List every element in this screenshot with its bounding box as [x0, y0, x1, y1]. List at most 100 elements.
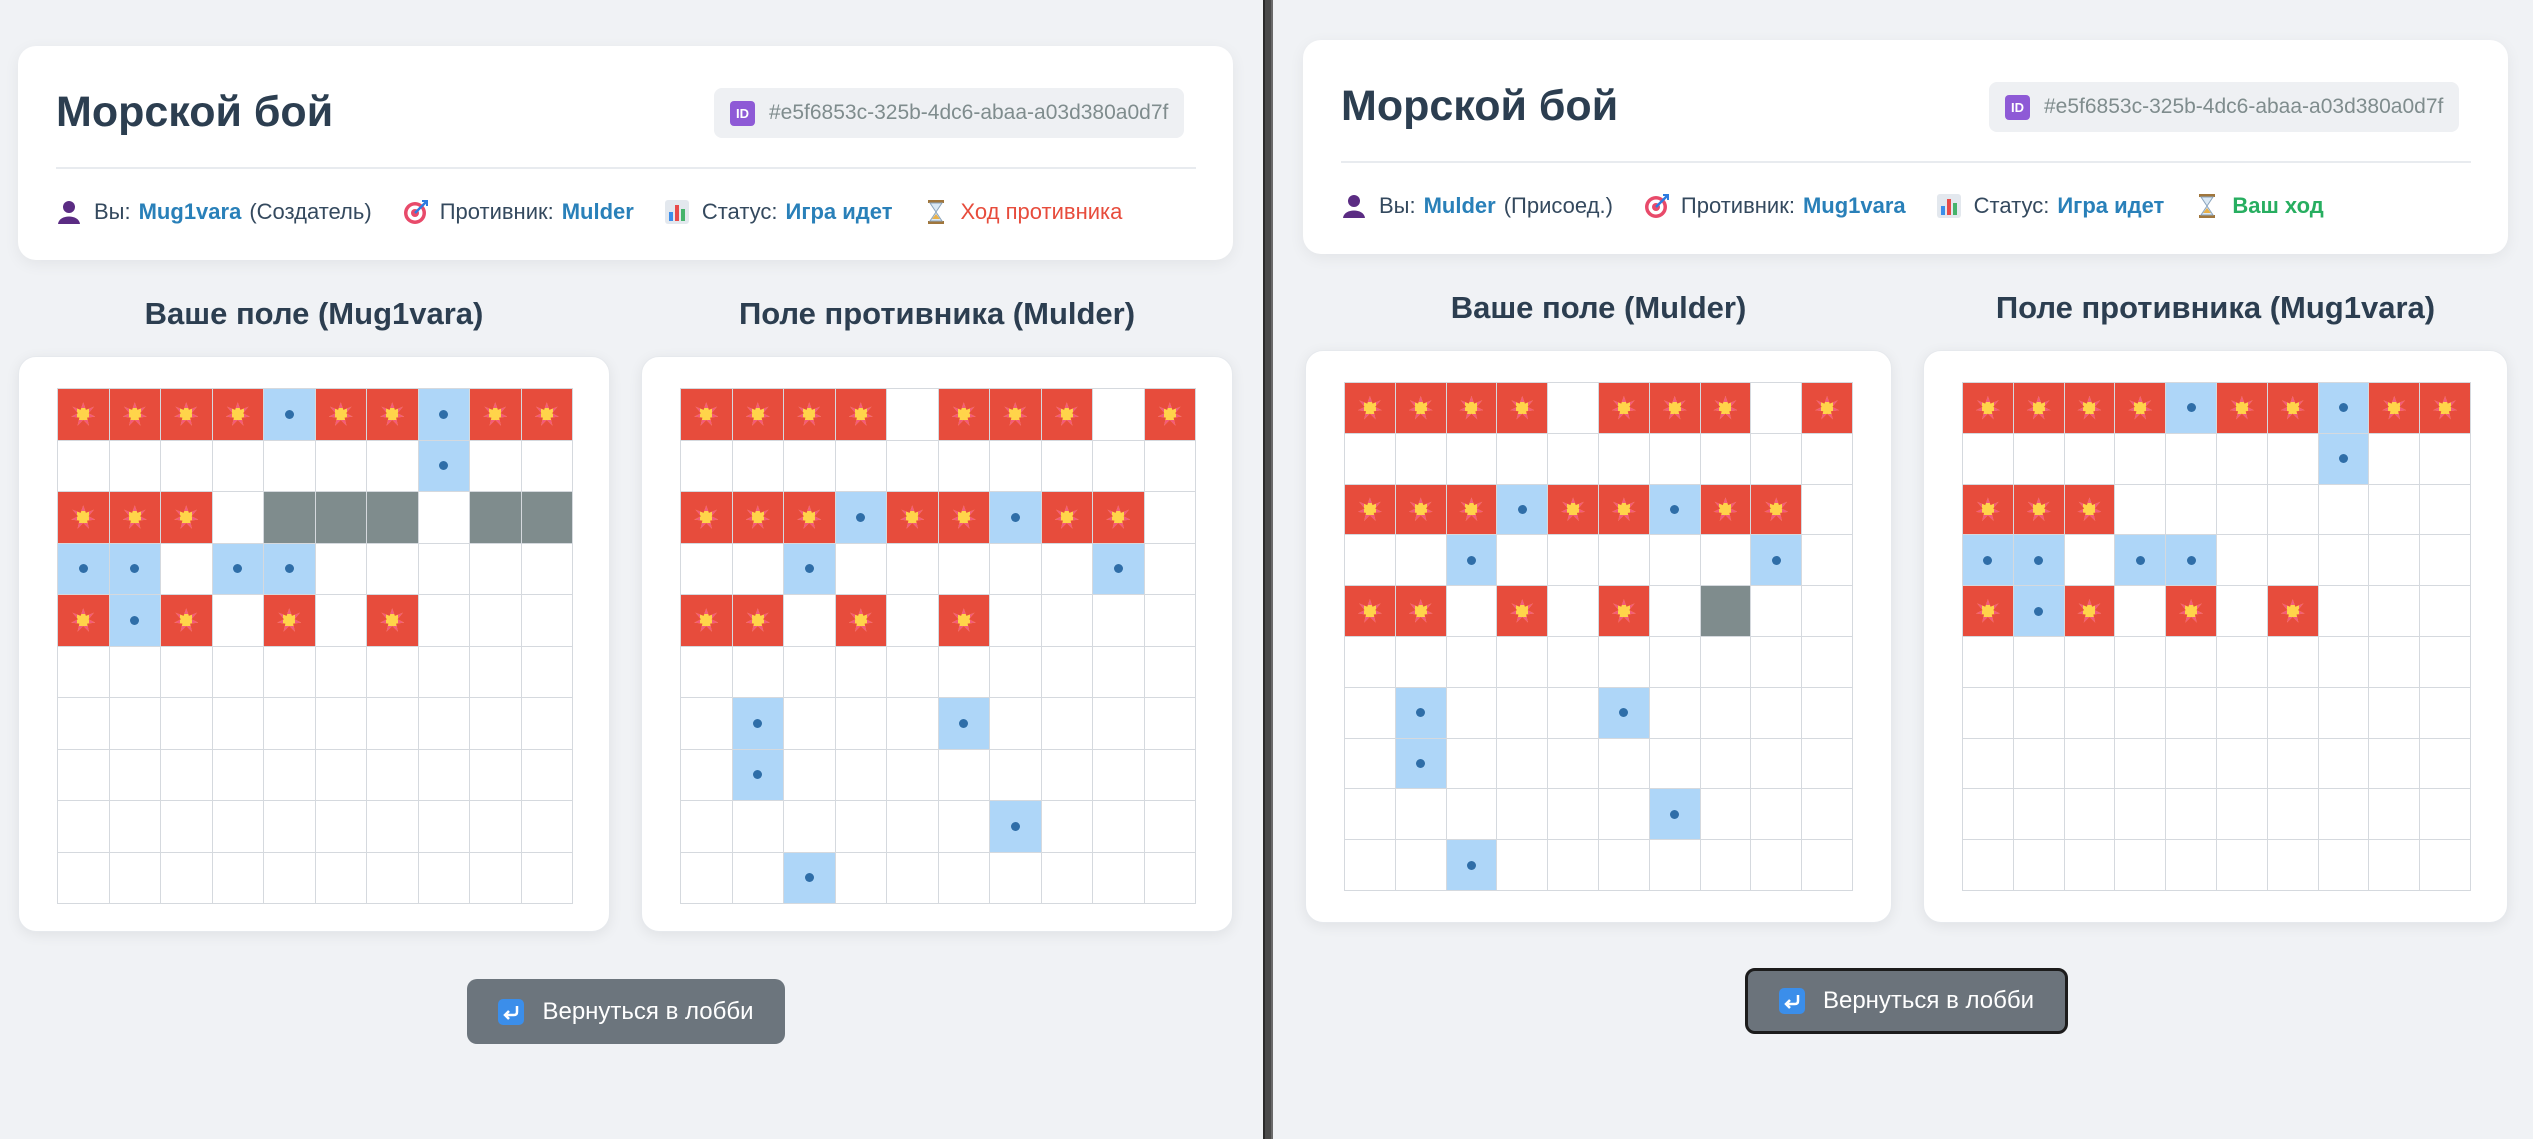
- empty-cell[interactable]: [2318, 484, 2370, 536]
- empty-cell[interactable]: [2064, 738, 2116, 790]
- empty-cell[interactable]: [2369, 586, 2421, 637]
- hit-cell[interactable]: [1093, 492, 1145, 544]
- empty-cell[interactable]: [990, 543, 1042, 595]
- empty-cell[interactable]: [2369, 535, 2421, 587]
- miss-cell[interactable]: [2318, 383, 2370, 434]
- miss-cell[interactable]: [835, 492, 887, 544]
- empty-cell[interactable]: [2420, 738, 2471, 790]
- empty-cell[interactable]: [2115, 840, 2167, 891]
- empty-cell[interactable]: [2420, 586, 2471, 637]
- empty-cell[interactable]: [2013, 738, 2065, 790]
- empty-cell[interactable]: [938, 852, 990, 904]
- empty-cell[interactable]: [2166, 840, 2217, 891]
- empty-cell[interactable]: [990, 852, 1042, 904]
- hit-cell[interactable]: [887, 492, 939, 544]
- empty-cell[interactable]: [732, 543, 784, 595]
- empty-cell[interactable]: [2318, 687, 2370, 739]
- empty-cell[interactable]: [887, 646, 939, 698]
- empty-cell[interactable]: [1093, 749, 1145, 801]
- hit-cell[interactable]: [2369, 383, 2421, 434]
- empty-cell[interactable]: [887, 698, 939, 750]
- empty-cell[interactable]: [2064, 535, 2116, 587]
- empty-cell[interactable]: [2318, 535, 2370, 587]
- hit-cell[interactable]: [784, 492, 836, 544]
- empty-cell[interactable]: [2115, 687, 2167, 739]
- empty-cell[interactable]: [1144, 749, 1196, 801]
- hit-cell[interactable]: [1963, 586, 2014, 637]
- empty-cell[interactable]: [2369, 840, 2421, 891]
- empty-cell[interactable]: [1093, 801, 1145, 853]
- empty-cell[interactable]: [2013, 433, 2065, 485]
- empty-cell[interactable]: [2369, 484, 2421, 536]
- empty-cell[interactable]: [1963, 433, 2014, 485]
- hit-cell[interactable]: [2166, 586, 2217, 637]
- empty-cell[interactable]: [2216, 433, 2268, 485]
- empty-cell[interactable]: [2267, 687, 2319, 739]
- back-to-lobby-button[interactable]: Вернуться в лобби: [467, 979, 785, 1044]
- empty-cell[interactable]: [2216, 586, 2268, 637]
- hit-cell[interactable]: [1041, 492, 1093, 544]
- empty-cell[interactable]: [2216, 738, 2268, 790]
- empty-cell[interactable]: [732, 646, 784, 698]
- miss-cell[interactable]: [990, 801, 1042, 853]
- hit-cell[interactable]: [2267, 586, 2319, 637]
- empty-cell[interactable]: [1093, 595, 1145, 647]
- empty-cell[interactable]: [1963, 738, 2014, 790]
- empty-cell[interactable]: [784, 646, 836, 698]
- hit-cell[interactable]: [938, 389, 990, 441]
- empty-cell[interactable]: [1093, 389, 1145, 441]
- empty-cell[interactable]: [2369, 433, 2421, 485]
- miss-cell[interactable]: [2013, 535, 2065, 587]
- empty-cell[interactable]: [1963, 840, 2014, 891]
- empty-cell[interactable]: [1144, 801, 1196, 853]
- empty-cell[interactable]: [1144, 852, 1196, 904]
- back-to-lobby-button[interactable]: Вернуться в лобби: [1745, 968, 2068, 1034]
- miss-cell[interactable]: [732, 749, 784, 801]
- empty-cell[interactable]: [2115, 586, 2167, 637]
- miss-cell[interactable]: [990, 492, 1042, 544]
- empty-cell[interactable]: [2420, 484, 2471, 536]
- hit-cell[interactable]: [1963, 383, 2014, 434]
- empty-cell[interactable]: [681, 646, 733, 698]
- empty-cell[interactable]: [2216, 535, 2268, 587]
- miss-cell[interactable]: [2115, 535, 2167, 587]
- empty-cell[interactable]: [1144, 440, 1196, 492]
- empty-cell[interactable]: [990, 646, 1042, 698]
- empty-cell[interactable]: [2420, 433, 2471, 485]
- empty-cell[interactable]: [681, 801, 733, 853]
- empty-cell[interactable]: [2369, 789, 2421, 841]
- hit-cell[interactable]: [732, 595, 784, 647]
- empty-cell[interactable]: [2318, 840, 2370, 891]
- empty-cell[interactable]: [938, 646, 990, 698]
- empty-cell[interactable]: [938, 543, 990, 595]
- empty-cell[interactable]: [887, 749, 939, 801]
- empty-cell[interactable]: [681, 698, 733, 750]
- empty-cell[interactable]: [2064, 789, 2116, 841]
- empty-cell[interactable]: [887, 801, 939, 853]
- miss-cell[interactable]: [784, 852, 836, 904]
- hit-cell[interactable]: [1963, 484, 2014, 536]
- empty-cell[interactable]: [1041, 698, 1093, 750]
- empty-cell[interactable]: [1041, 595, 1093, 647]
- empty-cell[interactable]: [2216, 789, 2268, 841]
- empty-cell[interactable]: [2064, 687, 2116, 739]
- hit-cell[interactable]: [835, 595, 887, 647]
- miss-cell[interactable]: [2166, 383, 2217, 434]
- empty-cell[interactable]: [681, 852, 733, 904]
- miss-cell[interactable]: [732, 698, 784, 750]
- empty-cell[interactable]: [938, 749, 990, 801]
- empty-cell[interactable]: [1041, 749, 1093, 801]
- empty-cell[interactable]: [2318, 738, 2370, 790]
- miss-cell[interactable]: [938, 698, 990, 750]
- empty-cell[interactable]: [2267, 738, 2319, 790]
- empty-cell[interactable]: [887, 595, 939, 647]
- empty-cell[interactable]: [2166, 789, 2217, 841]
- empty-cell[interactable]: [2267, 840, 2319, 891]
- hit-cell[interactable]: [938, 595, 990, 647]
- empty-cell[interactable]: [887, 852, 939, 904]
- empty-cell[interactable]: [1093, 852, 1145, 904]
- empty-cell[interactable]: [938, 801, 990, 853]
- empty-cell[interactable]: [732, 440, 784, 492]
- hit-cell[interactable]: [2013, 484, 2065, 536]
- empty-cell[interactable]: [2318, 586, 2370, 637]
